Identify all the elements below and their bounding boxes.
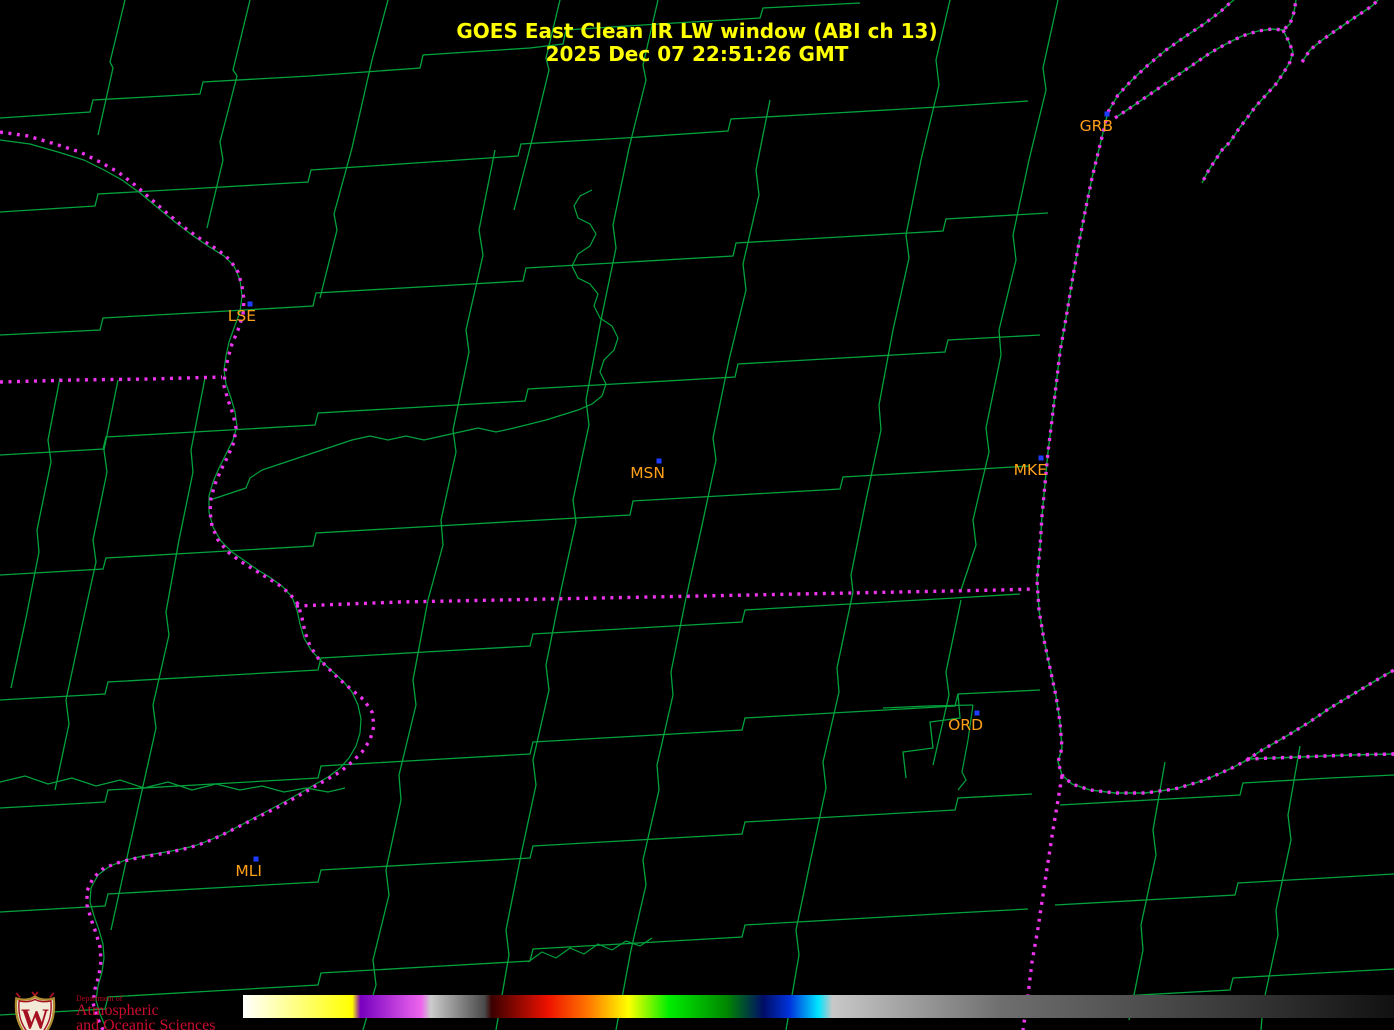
county-boundary-line xyxy=(785,591,854,1030)
station-label: LSE xyxy=(228,307,256,325)
county-boundary-line xyxy=(427,149,496,601)
station-dot-icon xyxy=(1104,111,1110,117)
title-line-timestamp: 2025 Dec 07 22:51:26 GMT xyxy=(545,42,849,66)
station-marker-LSE: LSE xyxy=(228,301,256,325)
uw-aos-logo: W Department of Atmospheric and Oceanic … xyxy=(6,991,215,1030)
station-marker-GRB: GRB xyxy=(1080,111,1113,135)
logo-text: Department of Atmospheric and Oceanic Sc… xyxy=(76,991,215,1030)
station-dot-icon xyxy=(253,856,259,862)
station-label: MSN xyxy=(630,464,665,482)
state-border-dotted xyxy=(1021,775,1064,1030)
county-boundary-line xyxy=(0,100,1029,213)
county-boundary-line xyxy=(615,597,687,1030)
county-boundary-line xyxy=(0,212,1049,336)
lake-shoreline xyxy=(1036,111,1394,794)
county-boundary-line xyxy=(850,159,922,593)
county-boundary-line xyxy=(54,379,119,791)
county-boundary-line xyxy=(0,593,1021,701)
county-boundary-line xyxy=(685,99,771,599)
county-boundary-line xyxy=(1054,873,1394,906)
station-dot-icon xyxy=(247,301,253,307)
station-label: GRB xyxy=(1080,117,1113,135)
title-line-product: GOES East Clean IR LW window (ABI ch 13) xyxy=(456,19,938,43)
station-label: MKE xyxy=(1014,461,1047,479)
logo-line-1: Atmospheric xyxy=(76,1002,159,1019)
river-line xyxy=(0,139,362,1029)
river-line xyxy=(0,775,346,793)
county-boundary-line xyxy=(560,147,630,591)
county-boundary-line xyxy=(932,599,962,766)
county-boundary-line xyxy=(1260,745,1301,1030)
image-title: GOES East Clean IR LW window (ABI ch 13)… xyxy=(0,20,1394,66)
county-boundary-line xyxy=(495,589,562,1030)
county-boundary-line xyxy=(0,334,1041,456)
station-label: ORD xyxy=(948,716,983,734)
crest-monogram: W xyxy=(21,1004,49,1030)
lake-shoreline-dotted xyxy=(1035,111,1394,795)
station-marker-MSN: MSN xyxy=(630,458,665,482)
county-boundary-line xyxy=(1059,774,1394,806)
temperature-colorbar xyxy=(243,995,1394,1018)
county-boundary-line xyxy=(0,465,1031,576)
county-boundary-line xyxy=(960,159,1030,591)
county-boundary-line xyxy=(0,793,1033,913)
county-boundary-line xyxy=(152,377,206,706)
county-boundary-line xyxy=(110,704,157,931)
station-marker-MKE: MKE xyxy=(1014,455,1047,479)
station-dot-icon xyxy=(1038,455,1044,461)
goes-satellite-viewer: LSE GRB MSN MKE ORD MLI GOES East Clean IR LW… xyxy=(0,0,1394,1030)
state-border-dotted xyxy=(0,375,223,384)
logo-line-2: and Oceanic Sciences xyxy=(76,1017,216,1030)
station-label: MLI xyxy=(235,862,262,880)
station-dot-icon xyxy=(974,710,980,716)
county-boundary-line xyxy=(10,377,61,689)
uw-crest-icon: W xyxy=(14,991,56,1030)
station-dot-icon xyxy=(656,458,662,464)
state-border-dotted xyxy=(295,587,1036,608)
river-line xyxy=(209,189,619,501)
county-boundary-line xyxy=(362,599,429,1030)
lake-shoreline xyxy=(1246,753,1394,760)
station-marker-MLI: MLI xyxy=(235,856,262,880)
station-marker-ORD: ORD xyxy=(948,710,983,734)
state-border-dotted xyxy=(0,130,376,1030)
satellite-map: LSE GRB MSN MKE ORD MLI xyxy=(0,0,1394,1030)
